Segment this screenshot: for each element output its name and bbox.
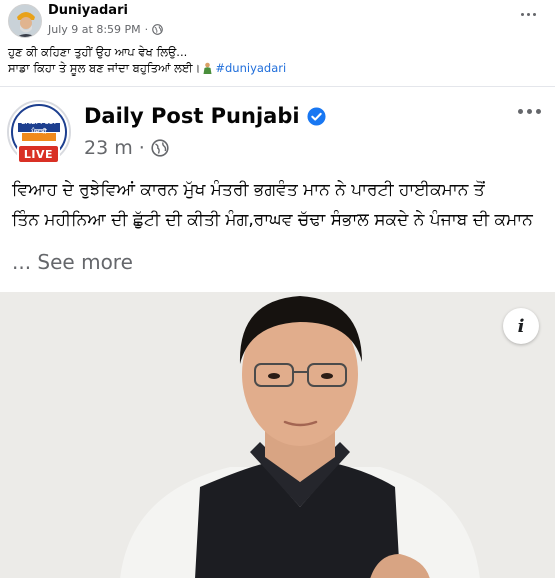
meta-separator: · xyxy=(144,23,149,36)
shared-page-name[interactable]: Daily Post Punjabi xyxy=(84,104,300,128)
post-timestamp[interactable]: July 9 at 8:59 PM xyxy=(48,23,141,36)
caption-line-1: ਹੁਣ ਕੀ ਕਹਿਣਾ ਤੁਹੀਂ ਉਹ ਆਪ ਵੇਖ ਲਿਉ... xyxy=(8,45,188,59)
page-name[interactable]: Duniyadari xyxy=(48,3,128,18)
shared-separator: · xyxy=(138,137,145,159)
person-photo xyxy=(0,292,555,578)
shared-post: DAILY POST ਪੰਜਾਬੀ LIVE Daily Post Punjab… xyxy=(0,86,555,578)
caption-line-2: ਸਾਡਾ ਕਿਹਾ ਤੇ ਸੂਲ ਬਣ ਜਾਂਦਾ ਬਹੁਤਿਆਂ ਲਈ। #d… xyxy=(8,60,548,76)
verified-badge-icon xyxy=(307,106,326,126)
shared-meta: 23 m · xyxy=(84,137,169,159)
info-icon[interactable]: i xyxy=(503,308,539,344)
post-header: Duniyadari July 9 at 8:59 PM · xyxy=(0,0,555,44)
shared-time[interactable]: 23 m xyxy=(84,137,133,159)
post-caption: ਹੁਣ ਕੀ ਕਹਿਣਾ ਤੁਹੀਂ ਉਹ ਆਪ ਵੇਖ ਲਿਉ... ਸਾਡਾ… xyxy=(8,44,548,76)
shared-more-options-icon[interactable] xyxy=(518,109,541,114)
shared-page-name-row: Daily Post Punjabi xyxy=(84,104,326,128)
live-badge: LIVE xyxy=(17,144,60,164)
emoji-icon xyxy=(203,62,212,74)
globe-icon xyxy=(152,24,163,35)
logo-text-bottom: ਪੰਜਾਬੀ xyxy=(31,129,47,135)
see-more-link[interactable]: ... See more xyxy=(12,250,133,274)
caption-line-2-text: ਸਾਡਾ ਕਿਹਾ ਤੇ ਸੂਲ ਬਣ ਜਾਂਦਾ ਬਹੁਤਿਆਂ ਲਈ। xyxy=(8,61,201,75)
post-photo[interactable]: i xyxy=(0,292,555,578)
logo-text-top: DAILY POST xyxy=(21,120,57,126)
page-avatar[interactable] xyxy=(8,4,42,38)
shared-text-line-2: ਤਿੰਨ ਮਹੀਨਿਆ ਦੀ ਛੁੱਟੀ ਦੀ ਕੀਤੀ ਮੰਗ,ਰਾਘਵ ਚੱ… xyxy=(12,210,533,230)
more-options-icon[interactable] xyxy=(517,6,539,22)
shared-post-text: ਵਿਆਹ ਦੇ ਰੁਝੇਵਿਆਂ ਕਾਰਨ ਮੁੱਖ ਮੰਤਰੀ ਭਗਵੰਤ ਮ… xyxy=(12,175,552,235)
globe-icon xyxy=(151,139,169,157)
shared-text-line-1: ਵਿਆਹ ਦੇ ਰੁਝੇਵਿਆਂ ਕਾਰਨ ਮੁੱਖ ਮੰਤਰੀ ਭਗਵੰਤ ਮ… xyxy=(12,180,485,200)
hashtag-link[interactable]: #duniyadari xyxy=(215,61,286,75)
post-meta: July 9 at 8:59 PM · xyxy=(48,23,163,36)
